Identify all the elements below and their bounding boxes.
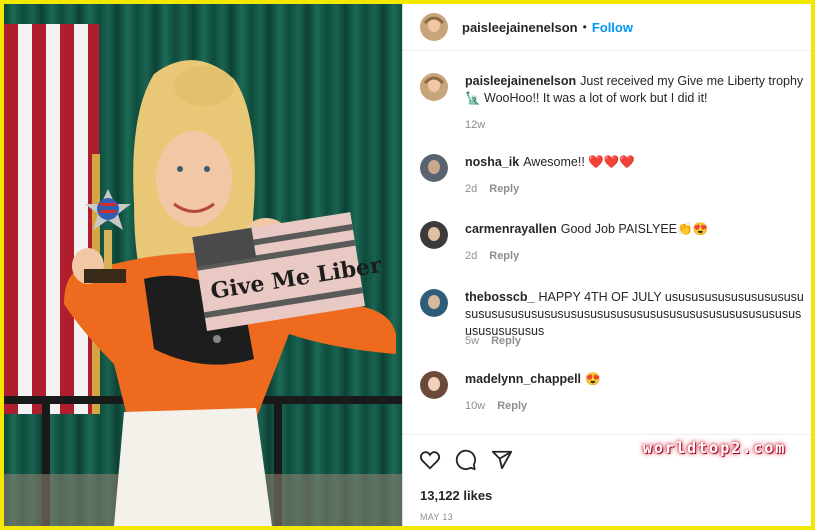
action-bar	[419, 449, 513, 471]
comment-username[interactable]: thebosscb_	[465, 290, 534, 304]
commenter-avatar[interactable]	[420, 371, 448, 399]
reply-button[interactable]: Reply	[497, 400, 527, 412]
comment-text: 😍	[585, 372, 601, 386]
site-watermark: worldtop2.com	[643, 439, 787, 457]
commenter-avatar[interactable]	[420, 289, 448, 317]
avatar-image	[420, 154, 448, 182]
reply-button[interactable]: Reply	[491, 335, 521, 347]
follow-button[interactable]: Follow	[592, 20, 633, 35]
comment-meta: 10w Reply	[465, 400, 527, 412]
comment-time[interactable]: 2d	[465, 250, 477, 262]
author-username[interactable]: paisleejainenelson	[462, 20, 578, 35]
separator-dot: •	[582, 20, 587, 34]
comment-username[interactable]: carmenrayallen	[465, 222, 557, 236]
comment-meta: 5w Reply	[465, 335, 521, 347]
post-details-panel: paisleejainenelson • Follow paisleejaine…	[402, 4, 811, 526]
comment-text: Awesome!! ❤️❤️❤️	[523, 155, 635, 169]
commenter-avatar[interactable]	[420, 221, 448, 249]
caption-username[interactable]: paisleejainenelson	[465, 74, 576, 88]
comment-text-block: nosha_ik Awesome!! ❤️❤️❤️	[465, 154, 805, 171]
comment-icon[interactable]	[455, 449, 477, 471]
post-header: paisleejainenelson • Follow	[403, 4, 811, 51]
instagram-post-frame: Give Me Liber paisleejainenelson • Follo…	[4, 4, 811, 526]
caption-time[interactable]: 12w	[465, 119, 485, 131]
comment-text-block: madelynn_chappell 😍	[465, 371, 805, 388]
comment-meta: 2d Reply	[465, 183, 519, 195]
likes-count[interactable]: 13,122 likes	[420, 488, 492, 503]
comment-meta: 2d Reply	[465, 250, 519, 262]
avatar-image	[420, 289, 448, 317]
commenter-avatar[interactable]	[420, 154, 448, 182]
post-photo-illustration: Give Me Liber	[4, 4, 402, 526]
reply-button[interactable]: Reply	[489, 183, 519, 195]
share-icon[interactable]	[491, 449, 513, 471]
heart-icon[interactable]	[419, 449, 441, 471]
comment-text: Good Job PAISLYEE👏😍	[560, 222, 709, 236]
us-flag	[4, 24, 100, 414]
author-avatar[interactable]	[420, 73, 448, 101]
caption-text-block: paisleejainenelson Just received my Give …	[465, 73, 805, 107]
avatar-image	[420, 221, 448, 249]
comment-username[interactable]: nosha_ik	[465, 155, 519, 169]
avatar-image	[420, 73, 448, 101]
post-photo[interactable]: Give Me Liber	[4, 4, 402, 526]
avatar-image	[420, 371, 448, 399]
caption-meta: 12w	[465, 119, 485, 131]
comment-username[interactable]: madelynn_chappell	[465, 372, 581, 386]
avatar-image	[420, 13, 448, 41]
comment-time[interactable]: 5w	[465, 335, 479, 347]
comment-time[interactable]: 10w	[465, 400, 485, 412]
comment-time[interactable]: 2d	[465, 183, 477, 195]
post-date: MAY 13	[420, 512, 453, 522]
comment-text-block: thebosscb_ HAPPY 4TH OF JULY usususususus…	[465, 289, 805, 340]
comment-text-block: carmenrayallen Good Job PAISLYEE👏😍	[465, 221, 805, 238]
reply-button[interactable]: Reply	[489, 250, 519, 262]
author-avatar[interactable]	[420, 13, 448, 41]
